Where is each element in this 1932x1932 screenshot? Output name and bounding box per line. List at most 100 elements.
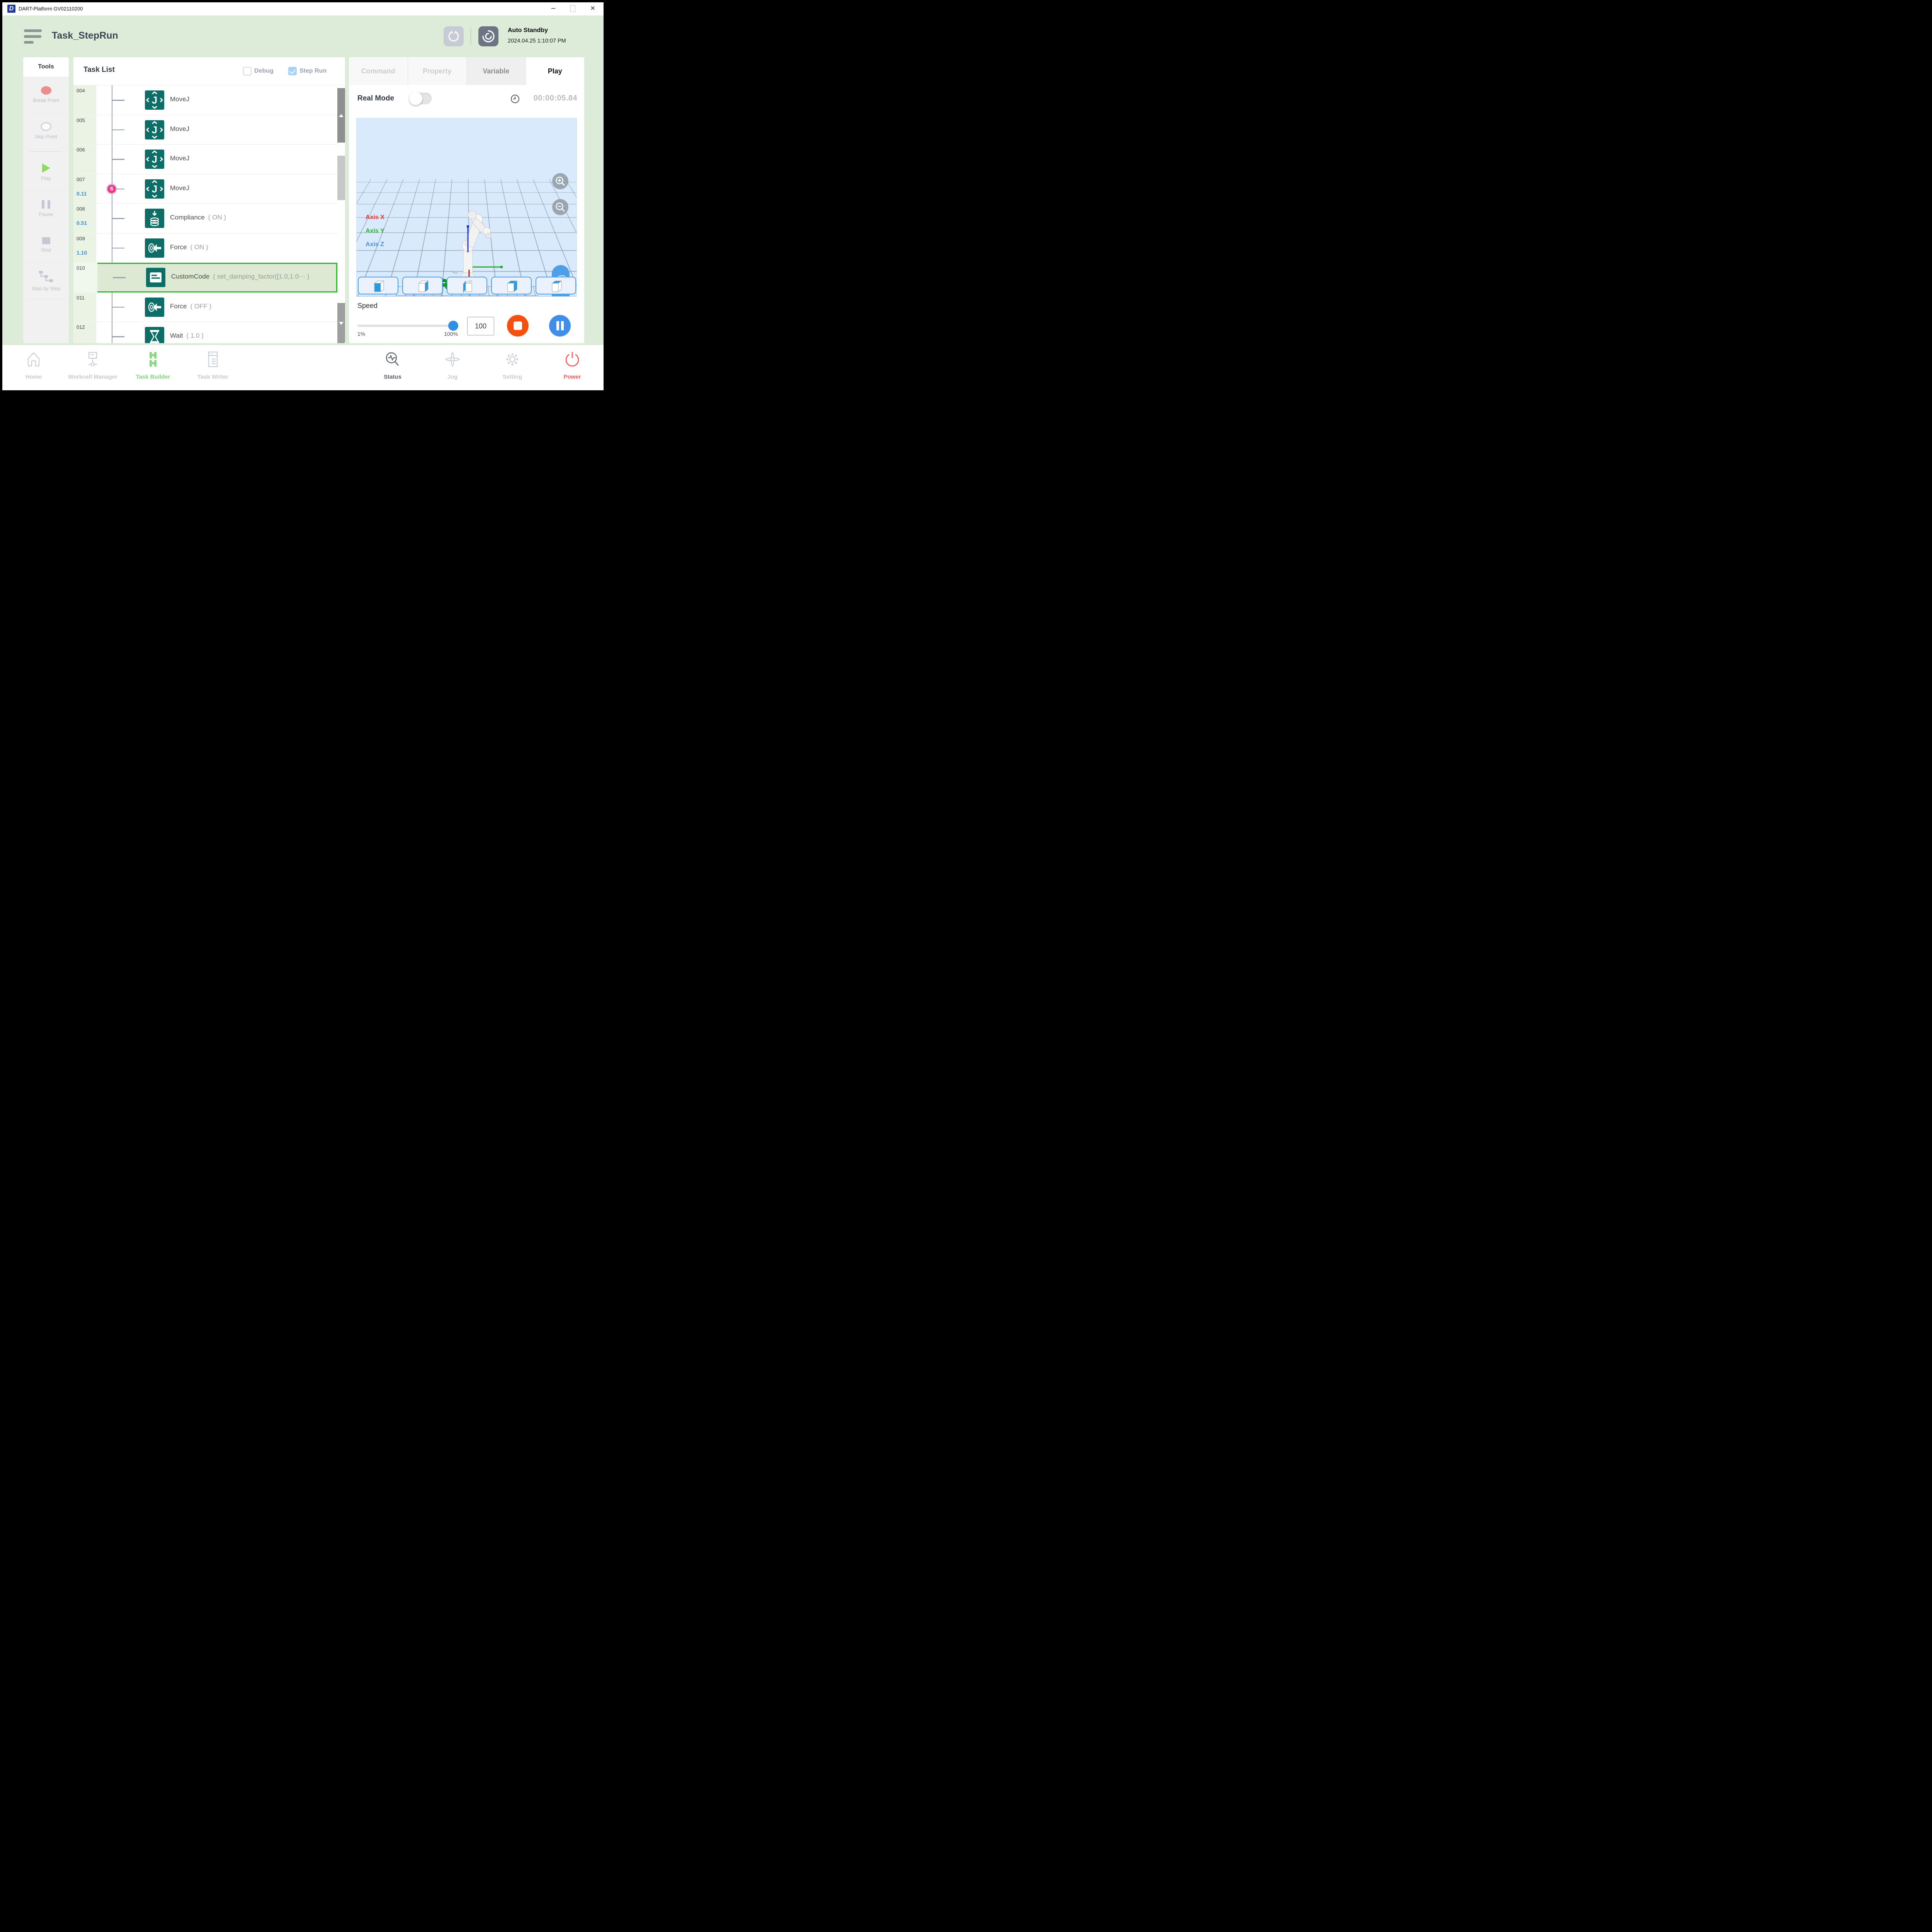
speed-value-input[interactable] <box>467 317 494 335</box>
svg-text:J: J <box>152 153 157 165</box>
force-icon <box>145 238 164 258</box>
tree-tick <box>112 100 124 101</box>
row-number: 006 <box>77 147 85 153</box>
tools-divider <box>23 149 69 154</box>
svg-text:J: J <box>152 94 157 106</box>
cube-iso-icon <box>505 279 519 293</box>
step-by-step-icon <box>39 271 53 283</box>
zoom-in-button[interactable] <box>552 173 568 189</box>
tab-variable[interactable]: Variable <box>467 57 526 85</box>
zoom-out-button[interactable] <box>552 199 568 215</box>
view-right-button[interactable] <box>402 277 443 294</box>
speed-slider-track[interactable] <box>357 325 458 327</box>
view-front-button[interactable] <box>358 277 398 294</box>
play-icon <box>42 163 50 173</box>
real-mode-toggle[interactable] <box>410 93 432 104</box>
right-panel: Command Property Variable Play Real Mode… <box>349 57 584 343</box>
tree-tick <box>112 159 124 160</box>
arrow-up-icon <box>339 114 344 117</box>
play-pause-button[interactable] <box>549 315 571 337</box>
robot-model-button[interactable] <box>444 26 464 46</box>
row-time: 0.11 <box>77 190 87 197</box>
task-row[interactable]: 011 Force( OFF ) <box>73 293 337 322</box>
breakpoint-button[interactable]: Break Point <box>23 77 69 113</box>
nav-task-builder[interactable]: Task Builder <box>122 350 184 380</box>
pause-button[interactable]: Pause <box>23 190 69 227</box>
debug-checkbox[interactable] <box>243 67 252 75</box>
task-row[interactable]: 0080.51 Compliance( ON ) <box>73 204 337 233</box>
task-row-selected[interactable]: 010 CustomCode( set_damping_factor([1.0,… <box>73 263 337 293</box>
minimize-button[interactable]: – <box>546 2 561 15</box>
stop-button[interactable]: Stop <box>23 227 69 263</box>
row-time: 1.10 <box>77 250 87 256</box>
view-left-button[interactable] <box>447 277 487 294</box>
scroll-thumb[interactable] <box>337 156 345 200</box>
task-scrollbar[interactable] <box>337 85 345 343</box>
axis-x-label: Axis X <box>366 214 384 221</box>
task-row[interactable]: 0091.10 Force( ON ) <box>73 233 337 263</box>
menu-hamburger-icon[interactable] <box>24 29 42 45</box>
tools-title: Tools <box>23 57 69 77</box>
tree-tick <box>112 218 124 219</box>
app-title: DART-Platform GV02110200 <box>19 2 83 15</box>
task-row[interactable]: 005 J MoveJ <box>73 115 337 145</box>
task-list-title: Task List <box>83 66 115 74</box>
nav-workcell-manager[interactable]: Workcell Manager <box>62 350 124 380</box>
nav-home[interactable]: Home <box>3 350 65 380</box>
row-number: 008 <box>77 206 85 212</box>
task-param: ( OFF ) <box>190 303 211 310</box>
tree-tick <box>112 307 124 308</box>
tab-play[interactable]: Play <box>526 57 585 85</box>
speed-slider-knob[interactable] <box>448 321 458 331</box>
cube-front-icon <box>371 279 386 293</box>
datetime: 2024.04.25 1:10:07 PM <box>508 38 566 44</box>
pan-view-button[interactable] <box>552 296 570 297</box>
robot-state-button[interactable] <box>478 26 498 46</box>
nav-power[interactable]: Power <box>541 350 603 380</box>
movej-icon: J <box>145 90 164 110</box>
view-top-button[interactable] <box>536 277 576 294</box>
nav-setting[interactable]: Setting <box>481 350 543 380</box>
close-button[interactable]: × <box>585 2 600 15</box>
swirl-icon <box>481 29 495 43</box>
task-row[interactable]: 004 J MoveJ <box>73 85 337 115</box>
arrow-down-icon <box>339 322 344 325</box>
view-iso-button[interactable] <box>491 277 532 294</box>
force-icon <box>145 298 164 317</box>
speed-min-label: 1% <box>357 331 365 337</box>
task-label: MoveJ <box>170 95 189 103</box>
tab-command[interactable]: Command <box>349 57 408 85</box>
scroll-down-button[interactable] <box>337 303 345 343</box>
play-stop-button[interactable] <box>507 315 529 337</box>
tab-property[interactable]: Property <box>408 57 467 85</box>
zoom-out-icon <box>555 202 566 213</box>
task-row[interactable]: 006 J MoveJ <box>73 145 337 174</box>
nav-jog[interactable]: Jog <box>422 350 483 380</box>
task-label: Compliance <box>170 214 205 221</box>
page-title: Task_StepRun <box>52 30 118 41</box>
robot-arm-icon <box>447 29 461 43</box>
task-list-panel: Task List Debug Step Run 004 J MoveJ 005 <box>73 57 345 343</box>
nav-task-writer[interactable]: Task Writer <box>182 350 244 380</box>
power-icon <box>563 350 581 368</box>
robot-status: Auto Standby <box>508 27 548 34</box>
axis-z-label: Axis Z <box>366 241 384 248</box>
task-label: Wait <box>170 332 183 339</box>
task-param: ( ON ) <box>190 243 208 251</box>
step-run-label: Step Run <box>299 68 327 75</box>
toggle-knob <box>409 92 422 105</box>
title-bar: D DART-Platform GV02110200 – × <box>2 2 604 15</box>
scroll-up-button[interactable] <box>337 88 345 143</box>
play-button[interactable]: Play <box>23 154 69 190</box>
step-badge: 6 <box>106 184 117 194</box>
robot-3d-viewport[interactable]: FRONT Axis X Axis Y Axis Z <box>356 118 577 297</box>
right-tabs: Command Property Variable Play <box>349 57 584 85</box>
skip-point-button[interactable]: Skip Point <box>23 113 69 149</box>
step-by-step-button[interactable]: Step by Step <box>23 263 69 299</box>
tree-tick <box>112 336 124 337</box>
task-row[interactable]: 012 Wait( 1.0 ) <box>73 322 337 343</box>
cube-right-icon <box>416 279 430 293</box>
maximize-button[interactable] <box>565 2 580 15</box>
nav-status[interactable]: Status <box>362 350 423 380</box>
step-run-checkbox[interactable] <box>288 67 297 75</box>
